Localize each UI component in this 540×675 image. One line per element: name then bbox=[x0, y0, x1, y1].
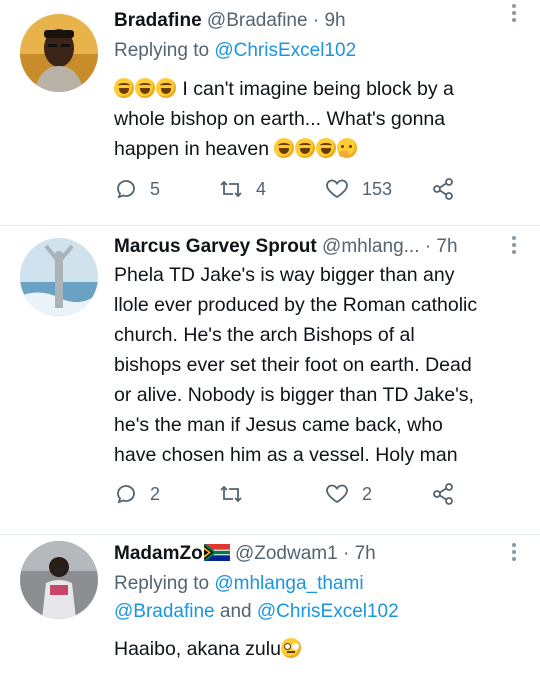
avatar-bradafine[interactable] bbox=[20, 14, 98, 92]
heart-icon bbox=[326, 484, 348, 504]
display-name[interactable]: Marcus Garvey Sprout bbox=[114, 236, 317, 257]
like-button[interactable]: 153 bbox=[324, 174, 392, 204]
tweet-line: I can't imagine being block by a bbox=[114, 74, 514, 104]
tweet-line: he's the man if Jesus came back, who bbox=[114, 414, 443, 436]
reply-button[interactable]: 5 bbox=[114, 174, 160, 204]
tweet-line: Phela TD Jake's is way bigger than any bbox=[114, 264, 455, 286]
tweet-text: Haaibo, akana zulu bbox=[114, 634, 514, 664]
tweet-marcus[interactable]: Marcus Garvey Sprout @mhlang... · 7h Phe… bbox=[0, 226, 540, 534]
tweet-line: have chosen him as a vessel. Holy man bbox=[114, 444, 458, 466]
tweet-header: Marcus Garvey Sprout @mhlang... · 7h bbox=[114, 234, 500, 260]
timestamp[interactable]: 7h bbox=[355, 543, 376, 564]
more-options-icon[interactable] bbox=[510, 236, 518, 256]
retweet-button[interactable]: 4 bbox=[218, 174, 266, 204]
mention-link[interactable]: @ChrisExcel102 bbox=[257, 601, 399, 622]
reply-icon bbox=[117, 180, 135, 199]
retweet-button[interactable] bbox=[218, 479, 256, 509]
separator-dot: · bbox=[424, 236, 432, 257]
tweet-line: or alive. Nobody is bigger than TD Jake'… bbox=[114, 384, 474, 406]
replying-prefix: Replying to bbox=[114, 573, 210, 594]
like-button[interactable]: 2 bbox=[324, 479, 372, 509]
like-count: 153 bbox=[362, 178, 393, 199]
tweet-actions: 5 4 153 bbox=[114, 174, 474, 204]
separator-dot: · bbox=[312, 10, 320, 31]
tweet-header: MadamZo @Zodwam1 · 7h bbox=[114, 541, 500, 567]
tweet-bradafine[interactable]: Bradafine @Bradafine · 9h Replying to @C… bbox=[0, 0, 540, 225]
reply-count: 5 bbox=[150, 178, 161, 199]
tweet-line: whole bishop on earth... What's gonna bbox=[114, 108, 446, 130]
mention-link[interactable]: @ChrisExcel102 bbox=[214, 40, 356, 61]
laughing-thinking-emoji-icon bbox=[274, 138, 358, 160]
tweet-line: llole ever produced by the Roman catholi… bbox=[114, 294, 478, 316]
tweet-actions: 2 2 bbox=[114, 479, 474, 509]
avatar-marcus[interactable] bbox=[20, 238, 98, 316]
south-africa-flag-icon bbox=[203, 544, 230, 561]
retweet-icon bbox=[220, 180, 242, 198]
heart-icon bbox=[326, 179, 348, 199]
reply-icon bbox=[117, 485, 135, 504]
timestamp[interactable]: 9h bbox=[324, 10, 345, 31]
replying-prefix: Replying to bbox=[114, 40, 210, 61]
replying-to: Replying to @mhlanga_thami bbox=[114, 571, 364, 597]
tweet-text-segment: happen in heaven bbox=[114, 138, 270, 160]
replying-to: Replying to @ChrisExcel102 bbox=[114, 38, 356, 64]
share-icon bbox=[433, 483, 453, 505]
display-name[interactable]: MadamZo bbox=[114, 543, 203, 564]
eye-roll-emoji-icon bbox=[280, 638, 301, 658]
share-icon bbox=[433, 178, 453, 200]
tweet-text: I can't imagine being block by a whole b… bbox=[114, 74, 514, 164]
user-handle[interactable]: @Bradafine bbox=[207, 10, 308, 31]
retweet-icon bbox=[220, 485, 242, 503]
tweet-line: happen in heaven bbox=[114, 134, 514, 164]
more-options-icon[interactable] bbox=[510, 4, 518, 24]
user-handle[interactable]: @Zodwam1 bbox=[235, 543, 338, 564]
tweet-line: bishops ever set their foot on earth. De… bbox=[114, 354, 472, 376]
separator-dot: · bbox=[342, 543, 350, 564]
mention-link[interactable]: @mhlanga_thami bbox=[214, 573, 363, 594]
tweet-text-segment: Haaibo, akana zulu bbox=[114, 638, 281, 660]
user-handle[interactable]: @mhlang... bbox=[322, 236, 419, 257]
share-button[interactable] bbox=[430, 174, 468, 204]
tweet-line: church. He's the arch Bishops of al bbox=[114, 324, 415, 346]
reply-button[interactable]: 2 bbox=[114, 479, 160, 509]
reply-count: 2 bbox=[150, 483, 161, 504]
display-name[interactable]: Bradafine bbox=[114, 10, 202, 31]
retweet-count: 4 bbox=[256, 178, 267, 199]
tweet-text: Phela TD Jake's is way bigger than any l… bbox=[114, 260, 524, 470]
tweet-text-segment: I can't imagine being block by a bbox=[182, 78, 454, 100]
mention-link[interactable]: @Bradafine bbox=[114, 601, 215, 622]
share-button[interactable] bbox=[430, 479, 468, 509]
tweet-header: Bradafine @Bradafine · 9h bbox=[114, 8, 500, 34]
laughing-emoji-icon bbox=[114, 78, 177, 100]
like-count: 2 bbox=[362, 483, 373, 504]
timestamp[interactable]: 7h bbox=[436, 236, 457, 257]
replying-to-continued: @Bradafine and @ChrisExcel102 bbox=[114, 599, 399, 625]
avatar-madamzo[interactable] bbox=[20, 541, 98, 619]
tweet-madamzo[interactable]: MadamZo @Zodwam1 · 7h Replying to @mhlan… bbox=[0, 535, 540, 675]
replying-and: and bbox=[219, 601, 252, 622]
more-options-icon[interactable] bbox=[510, 543, 518, 563]
